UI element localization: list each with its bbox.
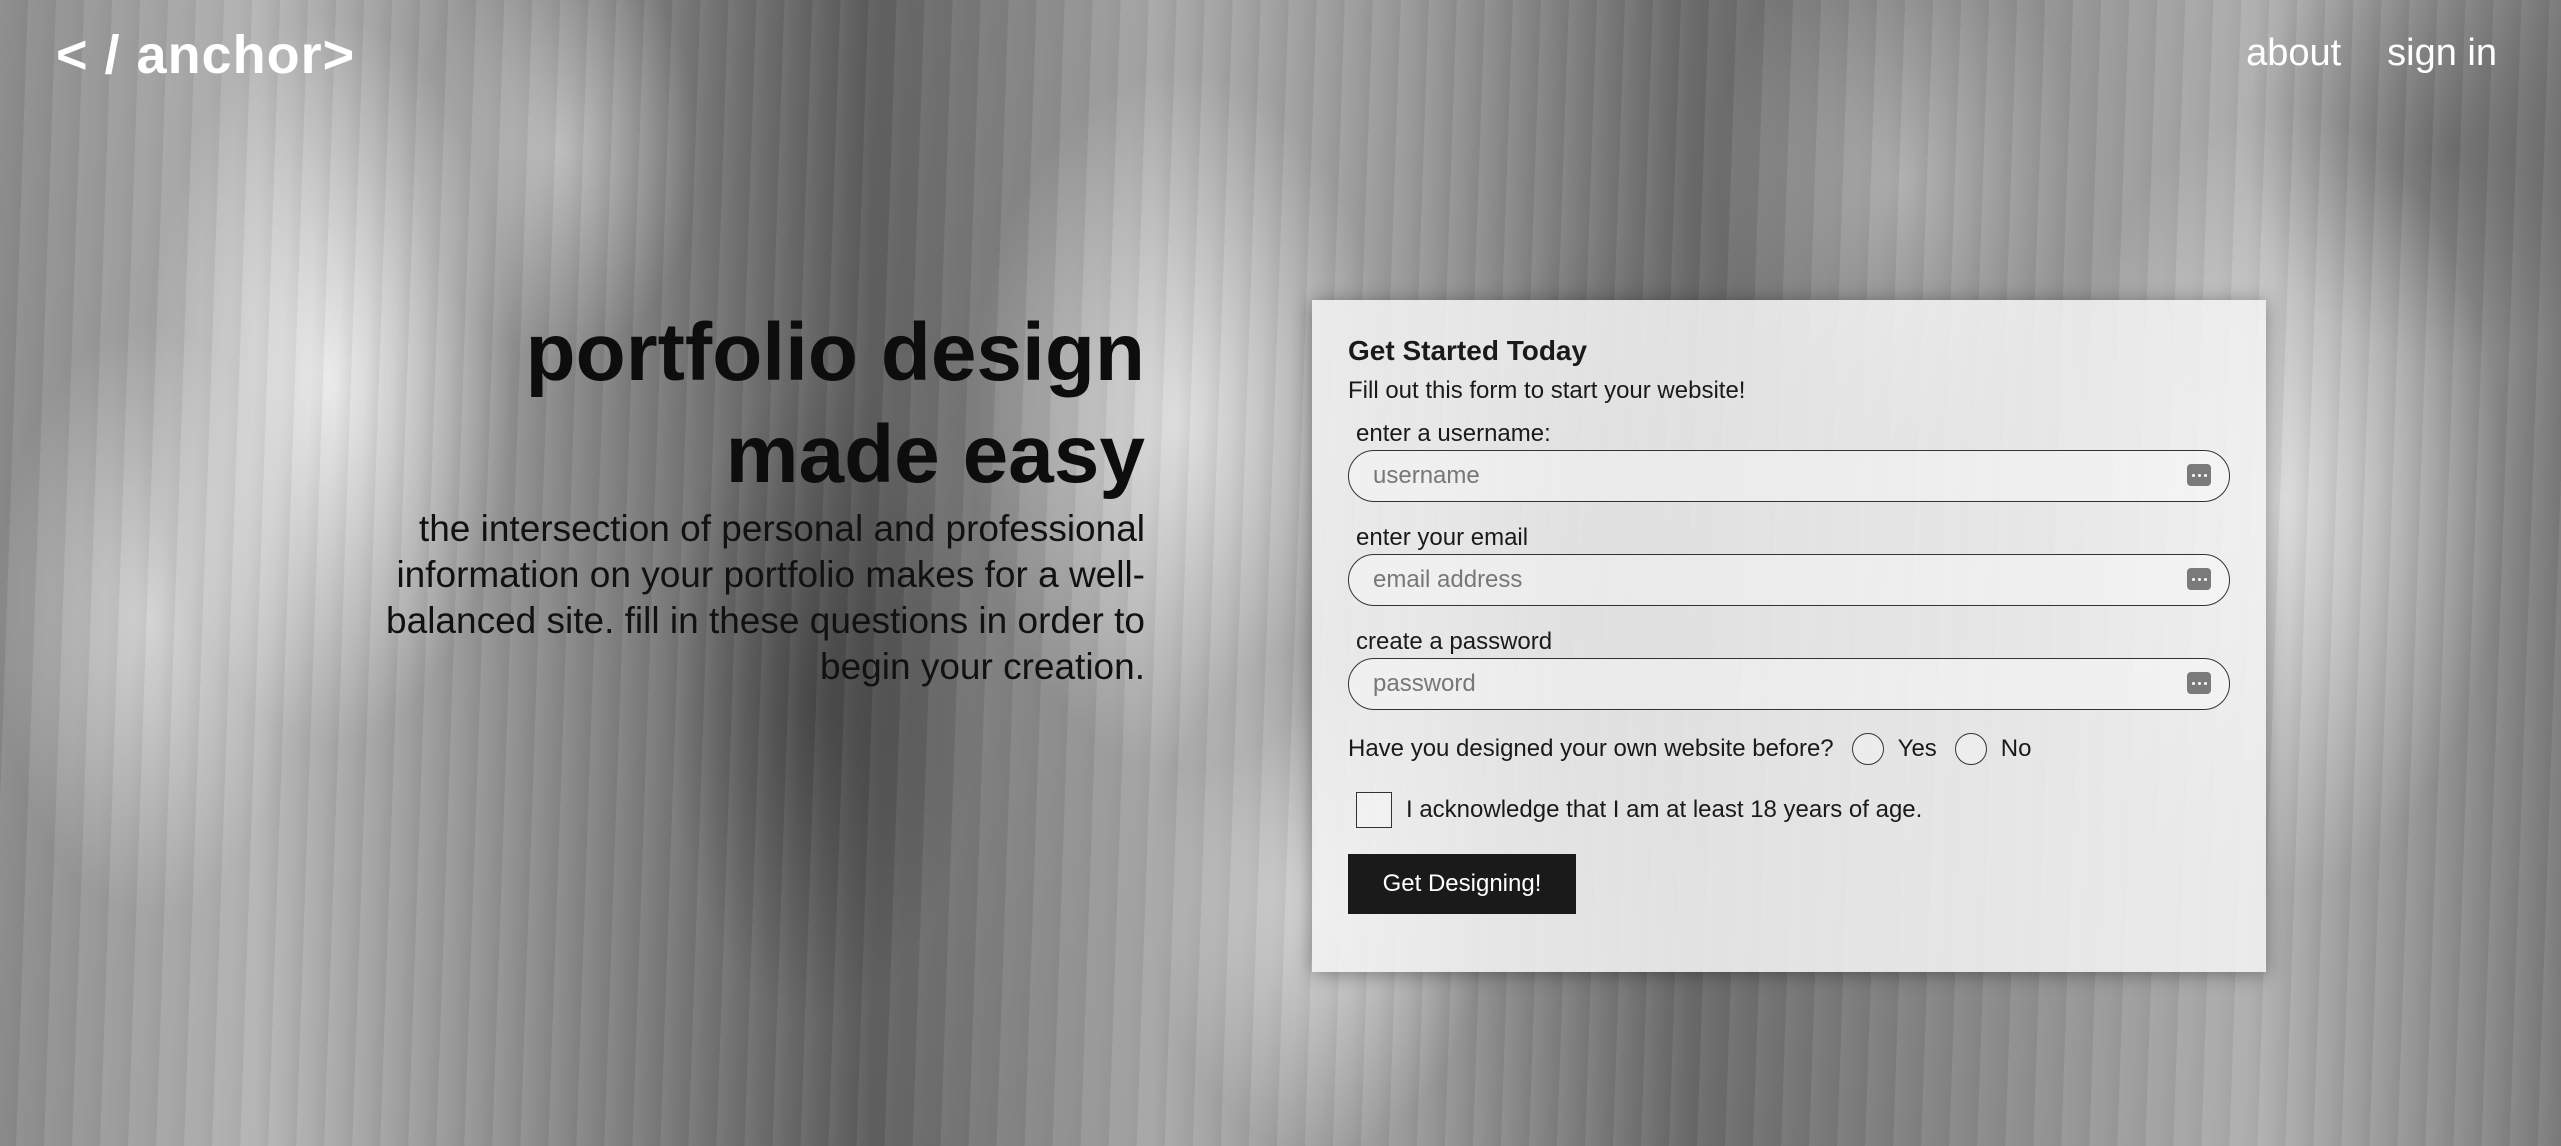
username-input[interactable] xyxy=(1373,451,2193,500)
hero-title-line1: portfolio design xyxy=(525,307,1145,398)
question-label: Have you designed your own website befor… xyxy=(1348,735,1834,762)
password-manager-icon[interactable] xyxy=(2187,568,2211,590)
radio-no[interactable] xyxy=(1954,733,1987,765)
password-field-wrapper xyxy=(1348,658,2230,710)
password-group: create a password xyxy=(1348,628,2230,710)
age-acknowledgement: I acknowledge that I am at least 18 year… xyxy=(1348,792,2230,828)
password-manager-icon[interactable] xyxy=(2187,464,2211,486)
email-input[interactable] xyxy=(1373,555,2193,604)
age-checkbox-label[interactable]: I acknowledge that I am at least 18 year… xyxy=(1406,796,1922,824)
form-title: Get Started Today xyxy=(1348,335,1588,366)
age-checkbox[interactable] xyxy=(1356,792,1392,828)
password-input[interactable] xyxy=(1373,659,2193,708)
password-manager-icon[interactable] xyxy=(2187,672,2211,694)
username-field-wrapper xyxy=(1348,450,2230,502)
hero-description: the intersection of personal and profess… xyxy=(386,508,1145,687)
email-field-wrapper xyxy=(1348,554,2230,606)
top-nav: about sign in xyxy=(2246,32,2497,75)
form-subtitle: Fill out this form to start your website… xyxy=(1348,377,1746,404)
logo[interactable]: < / anchor> xyxy=(56,24,355,86)
username-label: enter a username: xyxy=(1356,420,1551,447)
email-label: enter your email xyxy=(1356,524,1529,551)
get-designing-button[interactable]: Get Designing! xyxy=(1348,854,1576,914)
password-label: create a password xyxy=(1356,628,1553,655)
designed-before-question: Have you designed your own website befor… xyxy=(1348,732,2230,766)
signup-form: Get Started Today Fill out this form to … xyxy=(1312,300,2266,972)
nav-link-sign-in[interactable]: sign in xyxy=(2387,32,2497,75)
hero-section: portfolio design made easy the intersect… xyxy=(300,302,1145,690)
email-group: enter your email xyxy=(1348,524,2230,606)
username-group: enter a username: xyxy=(1348,420,2230,502)
hero-title-line2: made easy xyxy=(725,409,1145,500)
radio-no-label[interactable]: No xyxy=(2001,732,2032,766)
nav-link-about[interactable]: about xyxy=(2246,32,2341,75)
radio-yes[interactable] xyxy=(1851,733,1884,765)
radio-yes-label[interactable]: Yes xyxy=(1898,732,1937,766)
hero-title: portfolio design made easy xyxy=(300,302,1145,506)
